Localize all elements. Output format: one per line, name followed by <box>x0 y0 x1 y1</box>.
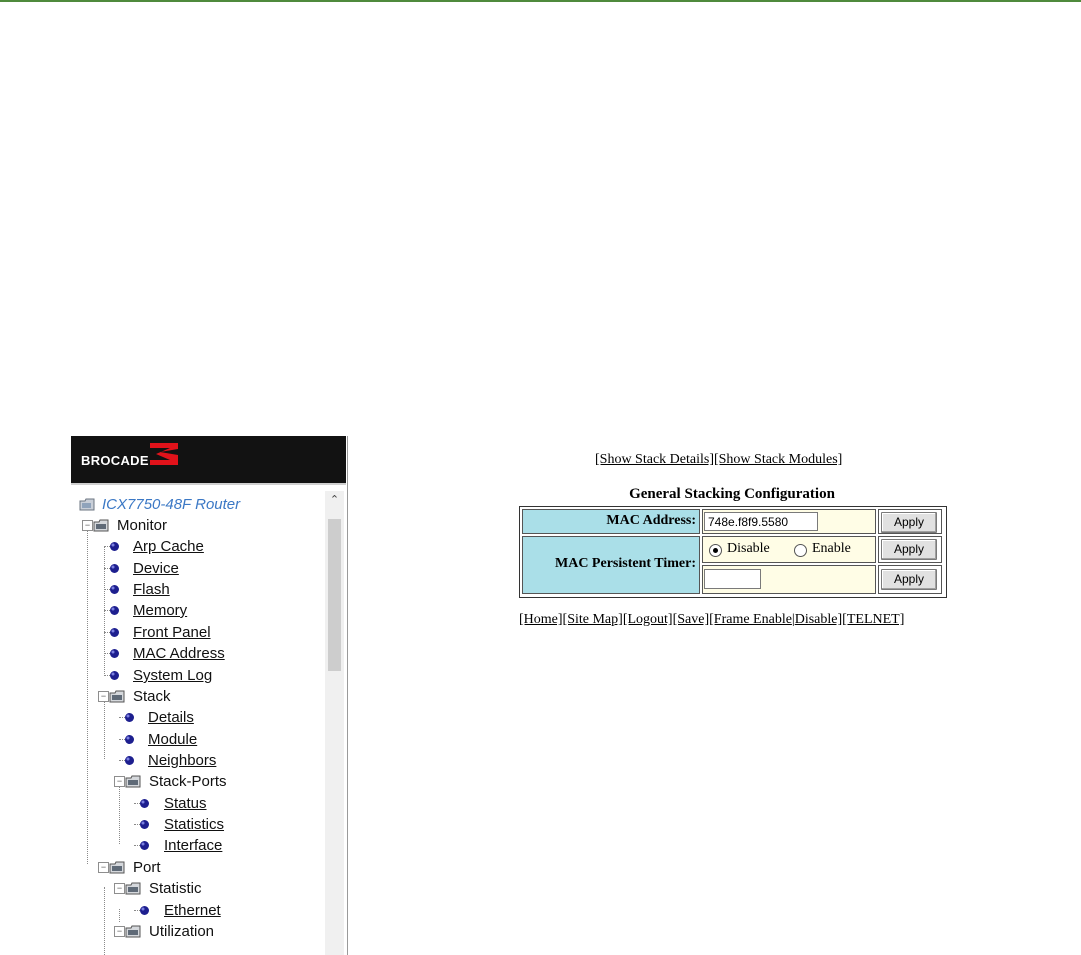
mac-address-apply-cell: Apply <box>878 509 942 534</box>
scroll-up-icon[interactable]: ⌃ <box>325 491 344 509</box>
frame-disable-link[interactable]: Disable] <box>795 612 842 627</box>
bullet-icon <box>110 649 119 658</box>
nav-link-front-panel[interactable]: Front Panel <box>133 622 211 643</box>
nav-link-ethernet[interactable]: Ethernet <box>164 900 221 921</box>
mac-timer-mode-apply-button[interactable]: Apply <box>881 539 937 560</box>
brand-name: BROCADE <box>81 453 149 468</box>
radio-enable[interactable] <box>794 544 807 557</box>
tree-label-monitor: Monitor <box>117 517 168 534</box>
radio-selected-dot <box>713 548 718 553</box>
navigation-frame: BROCADE ICX7750-48F Router − Monitor Arp… <box>71 436 348 955</box>
tree-label-stack-ports: Stack-Ports <box>149 773 227 790</box>
nav-link-module[interactable]: Module <box>148 729 197 750</box>
folder-open-icon <box>125 775 141 788</box>
bullet-icon <box>140 799 149 808</box>
mac-timer-label: MAC Persistent Timer: <box>555 556 696 571</box>
tree-label-statistic: Statistic <box>149 880 202 897</box>
telnet-link[interactable]: [TELNET] <box>842 612 904 627</box>
mac-address-label: MAC Address: <box>606 513 696 528</box>
mac-address-apply-button[interactable]: Apply <box>881 512 937 533</box>
show-stack-modules-link[interactable]: [Show Stack Modules] <box>714 452 842 467</box>
folder-open-icon <box>109 861 125 874</box>
bullet-icon <box>140 820 149 829</box>
mac-timer-apply-cell-1: Apply <box>878 536 942 563</box>
mac-address-input[interactable]: 748e.f8f9.5580 <box>704 512 818 531</box>
top-divider <box>0 0 1081 2</box>
collapse-icon[interactable]: − <box>82 520 93 531</box>
radio-disable[interactable] <box>709 544 722 557</box>
tree-label-port: Port <box>133 859 161 876</box>
mac-timer-radio-cell: Disable Enable <box>702 536 876 563</box>
page-title: General Stacking Configuration <box>629 486 835 502</box>
folder-open-icon <box>93 519 109 532</box>
folder-open-icon <box>125 925 141 938</box>
brocade-logo-icon <box>150 443 178 465</box>
mac-timer-input[interactable] <box>704 569 761 589</box>
collapse-icon[interactable]: − <box>114 926 125 937</box>
radio-disable-label: Disable <box>727 541 770 556</box>
scroll-thumb[interactable] <box>328 519 341 671</box>
stacking-config-table: MAC Address: 748e.f8f9.5580 Apply MAC Pe… <box>519 506 947 598</box>
mac-address-header-cell: MAC Address: <box>522 509 700 534</box>
tree-label-utilization: Utilization <box>149 923 215 940</box>
bullet-icon <box>110 564 119 573</box>
mac-timer-value-cell <box>702 565 876 594</box>
radio-enable-label: Enable <box>812 541 851 556</box>
nav-link-flash[interactable]: Flash <box>133 579 170 600</box>
folder-open-icon <box>109 690 125 703</box>
nav-link-details[interactable]: Details <box>148 707 194 728</box>
nav-link-status[interactable]: Status <box>164 793 207 814</box>
bullet-icon <box>125 713 134 722</box>
nav-link-arp-cache[interactable]: Arp Cache <box>133 536 204 557</box>
nav-link-interface[interactable]: Interface <box>164 835 222 856</box>
bullet-icon <box>125 756 134 765</box>
bullet-icon <box>125 735 134 744</box>
collapse-icon[interactable]: − <box>98 691 109 702</box>
bullet-icon <box>110 606 119 615</box>
nav-link-device[interactable]: Device <box>133 558 179 579</box>
brand-header: BROCADE <box>71 436 346 485</box>
folder-open-icon <box>125 882 141 895</box>
nav-link-memory[interactable]: Memory <box>133 600 187 621</box>
bullet-icon <box>110 542 119 551</box>
bullet-icon <box>140 906 149 915</box>
show-stack-details-link[interactable]: [Show Stack Details] <box>595 452 714 467</box>
collapse-icon[interactable]: − <box>98 862 109 873</box>
device-root-label[interactable]: ICX7750-48F Router <box>102 494 240 515</box>
mac-timer-apply-cell-2: Apply <box>878 565 942 594</box>
bullet-icon <box>110 671 119 680</box>
frame-enable-link[interactable]: [Frame Enable <box>709 612 792 627</box>
bullet-icon <box>140 841 149 850</box>
mac-timer-header-cell: MAC Persistent Timer: <box>522 536 700 594</box>
tree-label-stack: Stack <box>133 688 171 705</box>
footer-links: [Home][Site Map][Logout][Save][Frame Ena… <box>519 612 904 628</box>
collapse-icon[interactable]: − <box>114 776 125 787</box>
main-content: [Show Stack Details][Show Stack Modules]… <box>500 436 970 696</box>
nav-scrollbar[interactable]: ⌃ <box>325 491 344 955</box>
site-map-link[interactable]: [Site Map] <box>563 612 623 627</box>
collapse-icon[interactable]: − <box>114 883 125 894</box>
mac-address-value-cell: 748e.f8f9.5580 <box>702 509 876 534</box>
bullet-icon <box>110 585 119 594</box>
logout-link[interactable]: [Logout] <box>623 612 673 627</box>
nav-link-statistics[interactable]: Statistics <box>164 814 224 835</box>
home-link[interactable]: [Home] <box>519 612 563 627</box>
bullet-icon <box>110 628 119 637</box>
nav-link-mac-address[interactable]: MAC Address <box>133 643 225 664</box>
nav-link-neighbors[interactable]: Neighbors <box>148 750 216 771</box>
stack-links: [Show Stack Details][Show Stack Modules] <box>595 452 842 468</box>
folder-icon <box>79 498 95 511</box>
nav-link-system-log[interactable]: System Log <box>133 665 212 686</box>
save-link[interactable]: [Save] <box>673 612 710 627</box>
mac-timer-value-apply-button[interactable]: Apply <box>881 569 937 590</box>
